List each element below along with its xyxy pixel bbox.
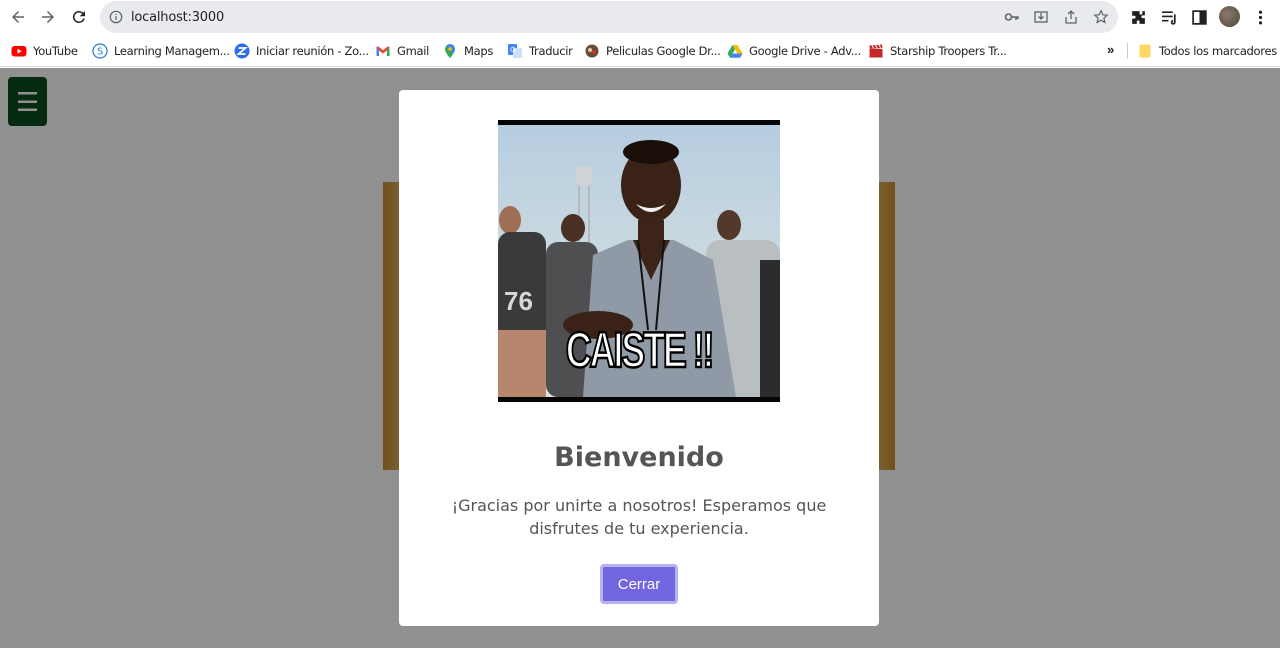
maps-pin-icon xyxy=(442,43,458,59)
gif-caption: CAISTE !! xyxy=(565,321,716,380)
bookmark-zoom[interactable]: Iniciar reunión - Zo... xyxy=(234,42,369,59)
peliculas-icon xyxy=(584,43,600,59)
all-bookmarks-folder[interactable]: Todos los marcadores xyxy=(1137,42,1277,59)
clapperboard-icon xyxy=(868,43,884,59)
bookmarks-bar: YouTube S Learning Managem... Iniciar re… xyxy=(0,34,1280,67)
youtube-icon xyxy=(11,43,27,59)
address-bar[interactable]: localhost:3000 xyxy=(100,1,1118,33)
page-viewport: ☰ 76 CAISTE !! Bienvenido ¡Gracias por u… xyxy=(0,68,1280,648)
bookmark-peliculas[interactable]: Peliculas Google Dr... xyxy=(584,42,721,59)
bookmarks-overflow-button[interactable]: » xyxy=(1107,42,1114,57)
profile-avatar[interactable] xyxy=(1219,6,1240,27)
folder-icon xyxy=(1137,43,1153,59)
kebab-menu-icon[interactable] xyxy=(1250,7,1270,27)
meme-gif: 76 CAISTE !! xyxy=(498,120,780,402)
bookmark-star-icon[interactable] xyxy=(1092,8,1110,26)
gmail-icon xyxy=(375,43,391,59)
learning-management-icon: S xyxy=(92,42,108,59)
bookmark-maps[interactable]: Maps xyxy=(442,42,493,59)
back-button[interactable] xyxy=(6,5,30,29)
arrow-left-icon xyxy=(12,11,24,23)
share-icon[interactable] xyxy=(1062,8,1080,26)
password-key-icon[interactable] xyxy=(1003,8,1021,26)
bookmark-google-drive[interactable]: Google Drive - Adv... xyxy=(727,42,861,59)
bookmark-gmail[interactable]: Gmail xyxy=(375,42,429,59)
close-button[interactable]: Cerrar xyxy=(600,564,678,604)
modal-title: Bienvenido xyxy=(554,442,724,473)
media-queue-icon[interactable] xyxy=(1159,7,1179,27)
svg-text:S: S xyxy=(97,46,103,57)
svg-text:G: G xyxy=(510,46,515,54)
install-app-icon[interactable] xyxy=(1032,8,1050,26)
browser-toolbar: localhost:3000 xyxy=(0,0,1280,34)
google-drive-icon xyxy=(727,43,743,59)
url-text[interactable]: localhost:3000 xyxy=(131,10,224,25)
info-icon[interactable] xyxy=(109,10,123,24)
reload-icon xyxy=(72,10,85,23)
reload-button[interactable] xyxy=(67,5,91,29)
translate-icon: G xyxy=(507,43,523,59)
bookmark-youtube[interactable]: YouTube xyxy=(11,42,78,59)
bookmarks-separator xyxy=(1127,43,1128,59)
welcome-modal: 76 CAISTE !! Bienvenido ¡Gracias por uni… xyxy=(399,90,879,626)
side-panel-icon[interactable] xyxy=(1189,7,1209,27)
extensions-puzzle-icon[interactable] xyxy=(1128,7,1148,27)
arrow-right-icon xyxy=(42,11,54,23)
forward-button[interactable] xyxy=(36,5,60,29)
zoom-icon xyxy=(234,43,250,59)
gif-top-bar xyxy=(498,120,780,125)
bookmark-traducir[interactable]: G Traducir xyxy=(507,42,573,59)
bookmark-learning-management[interactable]: S Learning Managem... xyxy=(92,42,230,59)
bookmark-starship-troopers[interactable]: Starship Troopers Tr... xyxy=(868,42,1007,59)
modal-message: ¡Gracias por unirte a nosotros! Esperamo… xyxy=(451,496,827,538)
svg-text:76: 76 xyxy=(504,286,533,316)
